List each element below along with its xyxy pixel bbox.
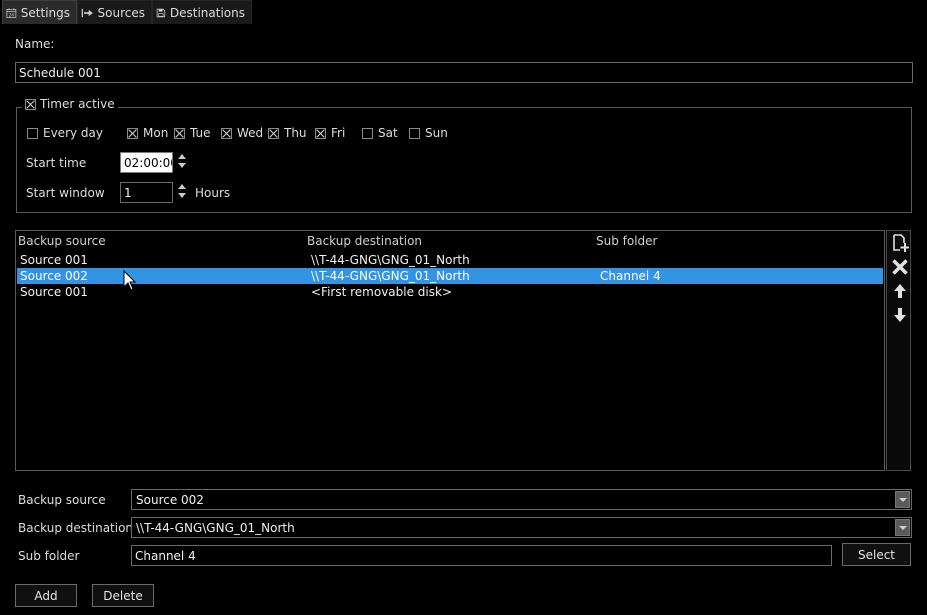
table-row[interactable]: Source 001 <First removable disk>: [17, 284, 883, 300]
name-input[interactable]: Schedule 001: [15, 62, 913, 83]
day-fri-label: Fri: [331, 126, 346, 140]
day-mon-check[interactable]: [127, 127, 138, 139]
backup-source-select[interactable]: Source 002: [131, 489, 912, 510]
table-row[interactable]: Source 002 \\T-44-GNG\GNG_01_North Chann…: [17, 268, 883, 284]
move-down-button[interactable]: [890, 305, 910, 325]
day-fri-check[interactable]: [315, 127, 326, 139]
day-sun-label: Sun: [425, 126, 448, 140]
table-row[interactable]: Source 001 \\T-44-GNG\GNG_01_North: [17, 252, 883, 268]
arrow-right-bar-icon: [81, 8, 93, 17]
start-time-input[interactable]: 02:00:00: [120, 152, 173, 173]
move-up-button[interactable]: [890, 281, 910, 301]
backup-destination-select[interactable]: \\T-44-GNG\GNG_01_North: [131, 517, 912, 538]
every-day-checkbox[interactable]: Every day: [27, 126, 103, 140]
day-sat-checkbox[interactable]: Sat: [362, 126, 398, 140]
add-button[interactable]: Add: [15, 584, 77, 607]
calendar-24-icon: 24: [6, 7, 17, 18]
day-thu-label: Thu: [284, 126, 307, 140]
spin-down-icon[interactable]: [178, 163, 186, 168]
day-wed-checkbox[interactable]: Wed: [221, 126, 263, 140]
day-wed-label: Wed: [237, 126, 264, 140]
backup-source-label: Backup source: [18, 493, 106, 507]
day-tue-check[interactable]: [174, 127, 185, 139]
sub-folder-label: Sub folder: [18, 549, 80, 563]
dropdown-button[interactable]: [895, 519, 910, 536]
floppy-disk-icon: [156, 8, 166, 17]
tab-sources[interactable]: Sources: [77, 0, 152, 24]
cell-source: Source 001: [20, 285, 88, 299]
mouse-cursor-icon: [123, 270, 137, 291]
hours-label: Hours: [195, 186, 231, 200]
day-sun-checkbox[interactable]: Sun: [409, 126, 448, 140]
start-time-spinner[interactable]: [176, 154, 188, 168]
start-time-label: Start time: [26, 156, 87, 170]
start-window-input[interactable]: 1: [120, 182, 173, 203]
calendar-icon-text: 24: [9, 12, 15, 17]
header-sub-folder[interactable]: Sub folder: [596, 234, 658, 248]
backup-source-value: Source 002: [136, 492, 204, 507]
day-sat-label: Sat: [378, 126, 398, 140]
every-day-label: Every day: [43, 126, 103, 140]
add-file-icon: [893, 234, 909, 252]
name-label: Name:: [15, 37, 55, 51]
header-backup-destination[interactable]: Backup destination: [307, 234, 422, 248]
day-thu-check[interactable]: [268, 127, 279, 139]
timer-active-checkbox[interactable]: Timer active: [22, 97, 118, 111]
tab-destinations[interactable]: Destinations: [152, 0, 252, 24]
tab-settings[interactable]: 24 Settings: [2, 0, 77, 24]
select-folder-button[interactable]: Select: [842, 543, 911, 566]
tab-label: Settings: [20, 5, 70, 20]
day-sat-check[interactable]: [362, 127, 373, 139]
list-header: Backup source Backup destination Sub fol…: [16, 231, 884, 251]
timer-active-label: Timer active: [40, 97, 115, 111]
day-mon-label: Mon: [143, 126, 169, 140]
day-tue-checkbox[interactable]: Tue: [174, 126, 211, 140]
sub-folder-input[interactable]: Channel 4: [131, 545, 832, 566]
cell-destination: \\T-44-GNG\GNG_01_North: [311, 253, 470, 267]
day-fri-checkbox[interactable]: Fri: [315, 126, 345, 140]
header-backup-source[interactable]: Backup source: [18, 234, 106, 248]
list-toolstrip: [886, 230, 911, 471]
cell-source: Source 002: [20, 269, 88, 283]
backup-destination-value: \\T-44-GNG\GNG_01_North: [136, 520, 295, 535]
cell-source: Source 001: [20, 253, 88, 267]
timer-active-check[interactable]: [25, 98, 36, 110]
tab-label: Destinations: [169, 5, 245, 20]
cell-subfolder: Channel 4: [600, 269, 661, 283]
backup-list[interactable]: Backup source Backup destination Sub fol…: [15, 230, 885, 471]
delete-entry-button[interactable]: [890, 257, 910, 277]
backup-destination-label: Backup destination: [18, 521, 134, 535]
start-window-label: Start window: [26, 186, 105, 200]
day-wed-check[interactable]: [221, 127, 232, 139]
chevron-down-icon: [898, 497, 907, 502]
tab-bar: 24 Settings Sources Destinations: [0, 0, 927, 24]
day-thu-checkbox[interactable]: Thu: [268, 126, 307, 140]
day-sun-check[interactable]: [409, 127, 420, 139]
spin-up-icon[interactable]: [178, 184, 186, 189]
add-entry-button[interactable]: [890, 233, 910, 253]
cell-destination: \\T-44-GNG\GNG_01_North: [311, 269, 470, 283]
delete-x-icon: [892, 259, 908, 275]
dropdown-button[interactable]: [895, 491, 910, 508]
every-day-check[interactable]: [27, 127, 38, 139]
start-window-spinner[interactable]: [176, 184, 188, 198]
cell-destination: <First removable disk>: [311, 285, 453, 299]
spin-up-icon[interactable]: [178, 154, 186, 159]
move-down-icon: [894, 308, 906, 322]
day-mon-checkbox[interactable]: Mon: [127, 126, 168, 140]
spin-down-icon[interactable]: [178, 193, 186, 198]
move-up-icon: [894, 284, 906, 298]
chevron-down-icon: [898, 525, 907, 530]
delete-button[interactable]: Delete: [92, 584, 154, 607]
tab-label: Sources: [97, 5, 145, 20]
day-tue-label: Tue: [190, 126, 211, 140]
